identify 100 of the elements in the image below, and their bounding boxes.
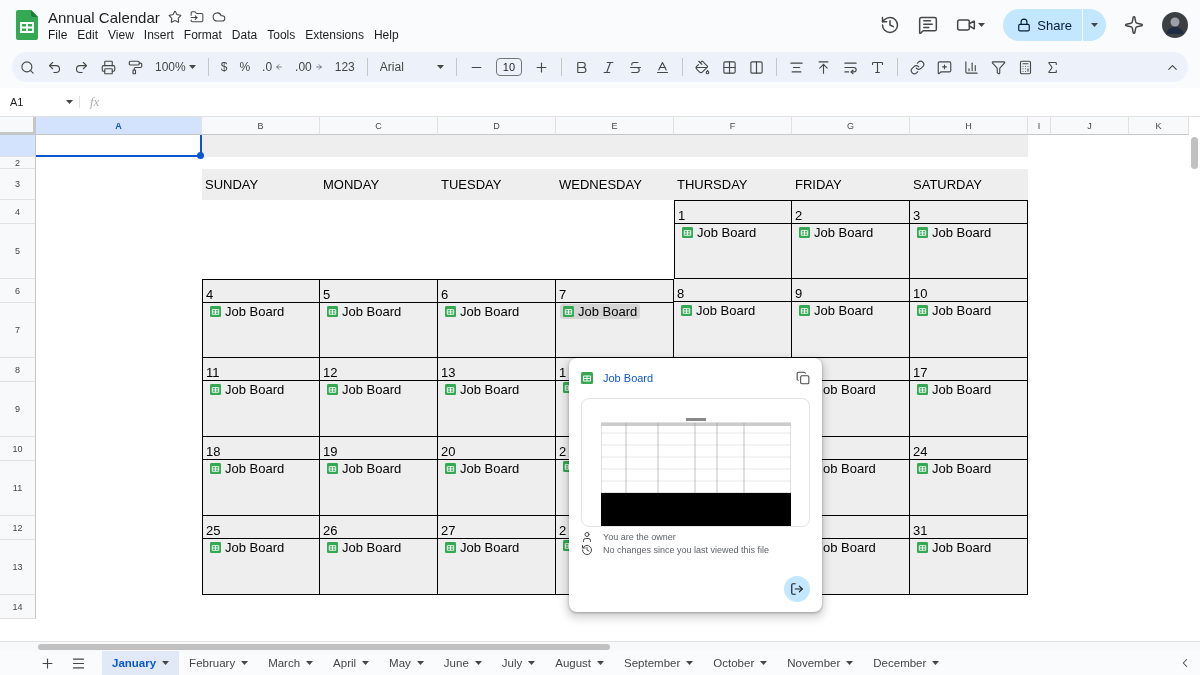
scrollbar-thumb[interactable]	[38, 643, 610, 650]
file-chip[interactable]: Job Board	[442, 382, 523, 397]
menu-item[interactable]: Edit	[77, 27, 105, 42]
menu-item[interactable]: File	[48, 27, 74, 42]
functions-menu-icon[interactable]	[1018, 59, 1034, 75]
sheet-tab[interactable]: December	[863, 651, 950, 675]
menu-item[interactable]: View	[108, 27, 140, 42]
all-sheets-icon[interactable]	[71, 655, 86, 671]
sheet-tab[interactable]: January	[102, 651, 180, 675]
redo-icon[interactable]	[74, 59, 89, 75]
selected-cell[interactable]	[36, 135, 202, 157]
sheet-tab[interactable]: July	[491, 651, 546, 675]
percent-button[interactable]: %	[239, 60, 251, 74]
column-header[interactable]: A	[36, 117, 202, 135]
currency-button[interactable]: $	[220, 60, 228, 74]
sheet-tab[interactable]: September	[614, 651, 704, 675]
row-header[interactable]: 4	[0, 200, 36, 224]
menu-item[interactable]: Format	[183, 27, 228, 42]
row-header[interactable]: 8	[0, 358, 36, 382]
file-chip[interactable]: Job Board	[324, 304, 405, 319]
undo-icon[interactable]	[47, 59, 62, 75]
row-header[interactable]: 7	[0, 303, 36, 358]
sheet-tab[interactable]: February	[179, 651, 259, 675]
file-chip[interactable]: Job Board	[914, 461, 995, 476]
column-header[interactable]: C	[320, 117, 438, 135]
column-header[interactable]: D	[438, 117, 556, 135]
star-icon[interactable]	[167, 10, 182, 24]
sheet-tab[interactable]: August	[545, 651, 615, 675]
fill-color-icon[interactable]	[695, 59, 711, 75]
add-sheet-icon[interactable]	[40, 655, 55, 671]
row-header[interactable]: 14	[0, 595, 36, 619]
column-header[interactable]: G	[792, 117, 910, 135]
file-chip[interactable]: Job Board	[679, 225, 760, 240]
menu-item[interactable]: Data	[231, 27, 264, 42]
avatar[interactable]	[1162, 12, 1188, 38]
row-header[interactable]: 3	[0, 169, 36, 200]
open-file-button[interactable]	[784, 576, 810, 602]
name-box[interactable]: A1	[0, 96, 80, 108]
row-header[interactable]: 5	[0, 224, 36, 279]
row-header[interactable]: 12	[0, 516, 36, 540]
search-icon[interactable]	[20, 59, 35, 75]
sheet-tab[interactable]: November	[777, 651, 864, 675]
column-header[interactable]: E	[556, 117, 674, 135]
column-header[interactable]: B	[202, 117, 320, 135]
text-wrap-icon[interactable]	[843, 59, 859, 75]
file-chip[interactable]: Job Board	[324, 461, 405, 476]
sheet-tab[interactable]: April	[323, 651, 380, 675]
sheet-tab[interactable]: March	[258, 651, 324, 675]
column-header[interactable]: I	[1028, 117, 1051, 135]
document-title[interactable]: Annual Calendar	[48, 8, 160, 26]
file-chip[interactable]: Job Board	[207, 304, 288, 319]
file-chip[interactable]: Job Board	[560, 304, 641, 319]
column-header[interactable]: J	[1051, 117, 1129, 135]
file-chip[interactable]: Job Board	[207, 382, 288, 397]
comment-icon[interactable]	[918, 15, 939, 35]
column-header[interactable]: K	[1129, 117, 1189, 135]
borders-icon[interactable]	[722, 59, 738, 75]
menu-item[interactable]: Help	[373, 27, 405, 42]
file-chip[interactable]: Job Board	[324, 540, 405, 555]
fill-handle[interactable]	[197, 152, 204, 159]
file-chip[interactable]: Job Board	[914, 382, 995, 397]
scrollbar-thumb[interactable]	[1191, 137, 1198, 169]
chart-icon[interactable]	[964, 59, 980, 75]
sheet-tab[interactable]: May	[379, 651, 434, 675]
add-comment-icon[interactable]	[937, 59, 953, 75]
file-chip[interactable]: Job Board	[914, 540, 995, 555]
file-chip[interactable]: Job Board	[442, 304, 523, 319]
file-chip[interactable]: Job Board	[678, 303, 759, 318]
sheet-tab[interactable]: June	[433, 651, 492, 675]
number-format-button[interactable]: 123	[334, 60, 355, 74]
italic-icon[interactable]	[601, 59, 617, 75]
file-chip[interactable]: Job Board	[207, 540, 288, 555]
menu-item[interactable]: Insert	[143, 27, 180, 42]
link-icon[interactable]	[910, 59, 926, 75]
font-size-field[interactable]: 10	[495, 58, 523, 76]
plus-icon[interactable]	[534, 59, 550, 75]
file-chip[interactable]: Job Board	[324, 382, 405, 397]
sparkle-icon[interactable]	[1124, 15, 1144, 35]
print-icon[interactable]	[101, 59, 116, 75]
strikethrough-icon[interactable]	[628, 59, 644, 75]
row-header[interactable]: 10	[0, 437, 36, 461]
filter-icon[interactable]	[991, 59, 1007, 75]
copy-icon[interactable]	[796, 371, 810, 385]
row-header[interactable]: 9	[0, 382, 36, 437]
align-icon[interactable]	[789, 59, 805, 75]
file-chip[interactable]: Job Board	[442, 540, 523, 555]
file-link[interactable]: Job Board	[603, 372, 786, 384]
menu-item[interactable]: Extensions	[305, 27, 370, 42]
cloud-icon[interactable]	[211, 10, 226, 24]
file-chip[interactable]: Job Board	[796, 225, 877, 240]
zoom-select[interactable]: 100%	[155, 60, 196, 74]
column-header[interactable]: F	[674, 117, 792, 135]
text-color-icon[interactable]	[655, 59, 671, 75]
column-header[interactable]: H	[910, 117, 1028, 135]
spreadsheet-logo[interactable]	[16, 10, 38, 40]
file-chip[interactable]: Job Board	[796, 303, 877, 318]
file-chip[interactable]: Job Board	[914, 303, 995, 318]
text-rotation-icon[interactable]	[870, 59, 886, 75]
row-header[interactable]: 2	[0, 157, 36, 169]
move-folder-icon[interactable]	[189, 10, 204, 24]
